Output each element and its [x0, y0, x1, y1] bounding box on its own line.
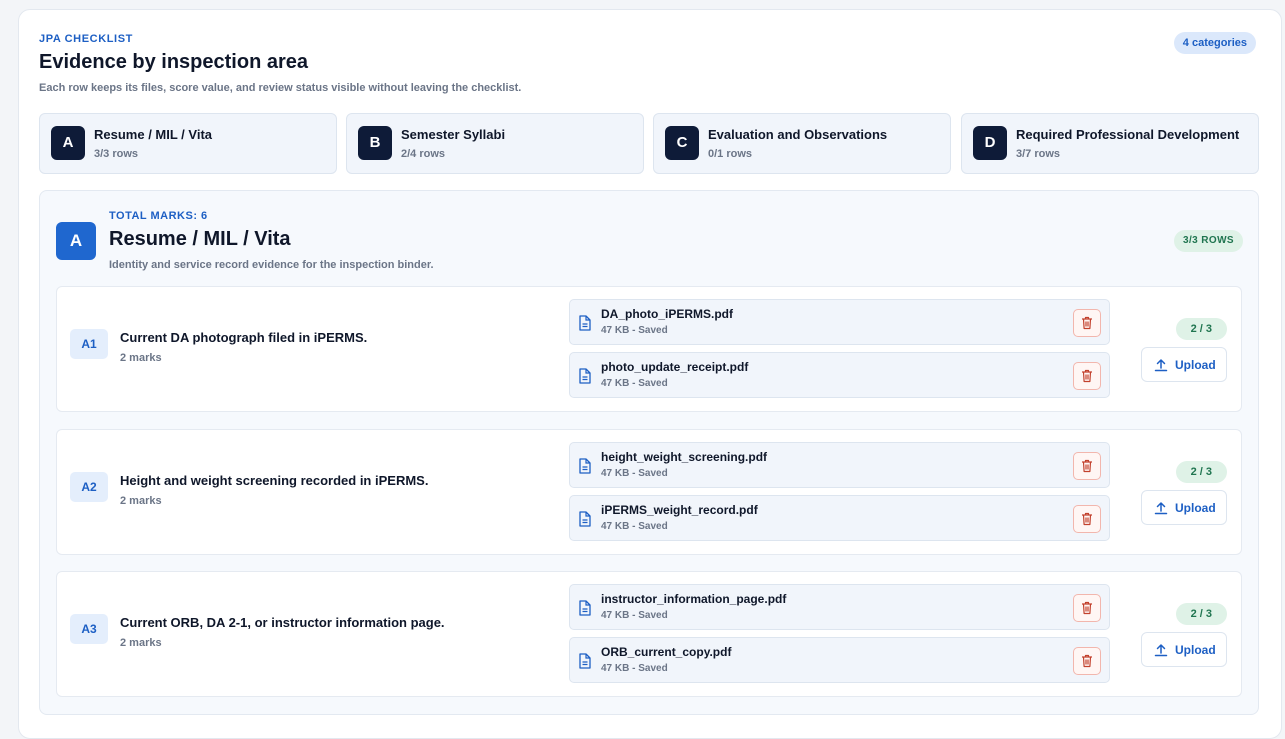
trash-icon — [1082, 601, 1092, 615]
upload-label: Upload — [1175, 643, 1216, 657]
category-letter: C — [665, 126, 699, 160]
category-name: Resume / MIL / Vita — [94, 127, 213, 142]
delete-file-button[interactable] — [1073, 362, 1101, 390]
file-item[interactable]: ORB_current_copy.pdf 47 KB - Saved — [569, 637, 1110, 683]
category-tabs: A Resume / MIL / Vita 3/3 rows B Semeste… — [39, 113, 1259, 174]
trash-icon — [1082, 369, 1092, 383]
row-marks: 2 marks — [120, 495, 162, 507]
section-rows-badge: 3/3 ROWS — [1174, 230, 1243, 252]
category-count-badge: 4 categories — [1173, 32, 1256, 54]
trash-icon — [1082, 654, 1092, 668]
file-meta: 47 KB - Saved — [601, 325, 668, 336]
category-rows: 0/1 rows — [708, 148, 753, 160]
trash-icon — [1082, 459, 1092, 473]
row-marks: 2 marks — [120, 352, 162, 364]
category-rows: 3/3 rows — [94, 148, 139, 160]
category-letter: A — [51, 126, 85, 160]
section-description: Identity and service record evidence for… — [109, 259, 434, 271]
trash-icon — [1082, 316, 1092, 330]
category-rows: 3/7 rows — [1016, 148, 1061, 160]
row-code: A3 — [70, 614, 108, 644]
row-code: A1 — [70, 329, 108, 359]
document-icon — [579, 600, 591, 616]
row-score-badge: 2 / 3 — [1175, 461, 1227, 483]
delete-file-button[interactable] — [1073, 452, 1101, 480]
document-icon — [579, 458, 591, 474]
file-name: ORB_current_copy.pdf — [601, 645, 732, 659]
trash-icon — [1082, 512, 1092, 526]
category-name: Semester Syllabi — [401, 127, 506, 142]
category-section-a: A TOTAL MARKS: 6 Resume / MIL / Vita Ide… — [39, 190, 1259, 715]
category-rows: 2/4 rows — [401, 148, 446, 160]
file-name: DA_photo_iPERMS.pdf — [601, 307, 733, 321]
document-icon — [579, 511, 591, 527]
category-tab-c[interactable]: C Evaluation and Observations 0/1 rows — [653, 113, 951, 174]
document-icon — [579, 653, 591, 669]
file-name: instructor_information_page.pdf — [601, 592, 787, 606]
file-meta: 47 KB - Saved — [601, 468, 668, 479]
document-icon — [579, 315, 591, 331]
delete-file-button[interactable] — [1073, 594, 1101, 622]
upload-icon — [1154, 502, 1168, 515]
row-code: A2 — [70, 472, 108, 502]
upload-button[interactable]: Upload — [1141, 347, 1227, 382]
page-title: Evidence by inspection area — [39, 51, 308, 73]
row-score-badge: 2 / 3 — [1175, 603, 1227, 625]
checklist-page: JPA CHECKLIST Evidence by inspection are… — [18, 9, 1282, 739]
file-meta: 47 KB - Saved — [601, 610, 668, 621]
file-item[interactable]: DA_photo_iPERMS.pdf 47 KB - Saved — [569, 299, 1110, 345]
delete-file-button[interactable] — [1073, 505, 1101, 533]
file-meta: 47 KB - Saved — [601, 663, 668, 674]
category-letter: B — [358, 126, 392, 160]
upload-label: Upload — [1175, 501, 1216, 515]
row-score-badge: 2 / 3 — [1175, 318, 1227, 340]
checklist-row-a2: A2 Height and weight screening recorded … — [56, 429, 1242, 555]
file-item[interactable]: photo_update_receipt.pdf 47 KB - Saved — [569, 352, 1110, 398]
document-icon — [579, 368, 591, 384]
section-letter: A — [56, 222, 96, 260]
section-title: Resume / MIL / Vita — [109, 228, 291, 250]
row-requirement: Current ORB, DA 2-1, or instructor infor… — [120, 615, 445, 630]
category-name: Evaluation and Observations — [708, 127, 888, 142]
checklist-row-a3: A3 Current ORB, DA 2-1, or instructor in… — [56, 571, 1242, 697]
category-letter: D — [973, 126, 1007, 160]
page-eyebrow: JPA CHECKLIST — [39, 33, 133, 45]
category-name: Required Professional Development — [1016, 127, 1240, 142]
delete-file-button[interactable] — [1073, 647, 1101, 675]
row-marks: 2 marks — [120, 637, 162, 649]
file-name: iPERMS_weight_record.pdf — [601, 503, 758, 517]
upload-button[interactable]: Upload — [1141, 632, 1227, 667]
delete-file-button[interactable] — [1073, 309, 1101, 337]
upload-icon — [1154, 644, 1168, 657]
file-name: photo_update_receipt.pdf — [601, 360, 749, 374]
category-tab-b[interactable]: B Semester Syllabi 2/4 rows — [346, 113, 644, 174]
page-subtitle: Each row keeps its files, score value, a… — [39, 82, 522, 94]
section-total-marks: TOTAL MARKS: 6 — [109, 210, 208, 222]
file-item[interactable]: instructor_information_page.pdf 47 KB - … — [569, 584, 1110, 630]
upload-button[interactable]: Upload — [1141, 490, 1227, 525]
category-tab-d[interactable]: D Required Professional Development 3/7 … — [961, 113, 1259, 174]
file-item[interactable]: iPERMS_weight_record.pdf 47 KB - Saved — [569, 495, 1110, 541]
checklist-row-a1: A1 Current DA photograph filed in iPERMS… — [56, 286, 1242, 412]
file-name: height_weight_screening.pdf — [601, 450, 768, 464]
row-requirement: Height and weight screening recorded in … — [120, 473, 429, 488]
row-requirement: Current DA photograph filed in iPERMS. — [120, 330, 368, 345]
category-tab-a[interactable]: A Resume / MIL / Vita 3/3 rows — [39, 113, 337, 174]
file-meta: 47 KB - Saved — [601, 378, 668, 389]
upload-label: Upload — [1175, 358, 1216, 372]
file-meta: 47 KB - Saved — [601, 521, 668, 532]
upload-icon — [1154, 359, 1168, 372]
file-item[interactable]: height_weight_screening.pdf 47 KB - Save… — [569, 442, 1110, 488]
